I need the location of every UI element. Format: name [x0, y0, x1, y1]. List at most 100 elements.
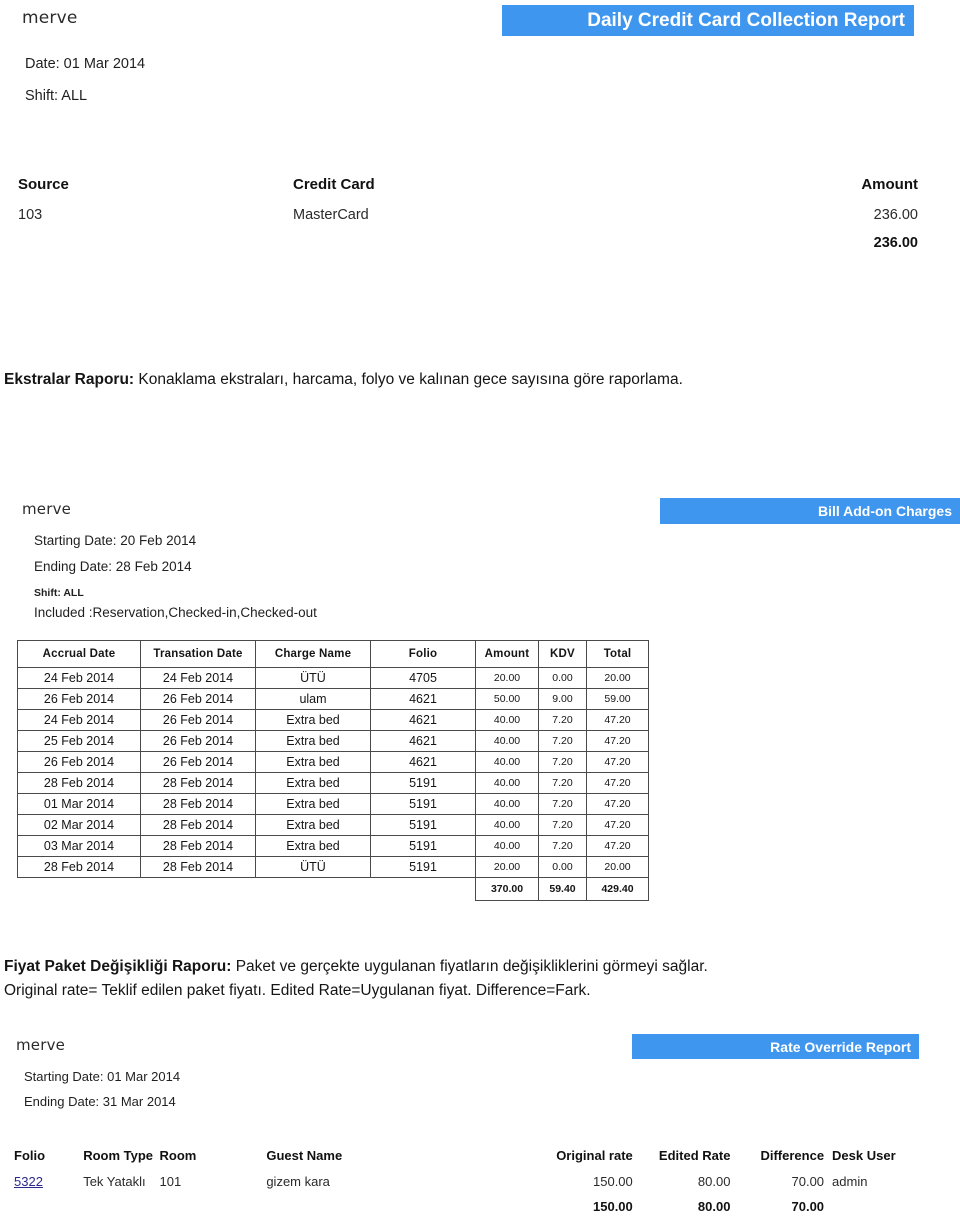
total-spacer-4 — [371, 878, 476, 901]
cell-kdv: 7.20 — [538, 793, 587, 815]
report-shift-line: Shift: ALL — [25, 88, 88, 104]
column-header-guest-name: Guest Name — [266, 1148, 343, 1163]
cell-kdv: 0.00 — [538, 667, 587, 689]
table-row: 28 Feb 2014 28 Feb 2014 Extra bed 5191 40.00… — [17, 772, 649, 794]
column-header-accrual-date: Accrual Date — [17, 640, 141, 668]
cell-accrual-date: 24 Feb 2014 — [17, 709, 141, 731]
cell-transation-date: 26 Feb 2014 — [140, 751, 256, 773]
daily-credit-card-report-section: merve Daily Credit Card Collection Repor… — [0, 0, 960, 300]
paragraph-bold-lead: Ekstralar Raporu: — [4, 371, 135, 388]
cell-amount: 236.00 — [873, 207, 918, 223]
cell-amount: 40.00 — [475, 835, 539, 857]
credit-card-table: Source Credit Card Amount 103 MasterCard… — [18, 176, 918, 263]
cell-kdv: 0.00 — [538, 856, 587, 878]
cell-folio: 5191 — [370, 814, 476, 836]
report-banner-title: Daily Credit Card Collection Report — [502, 5, 914, 36]
total-spacer-1 — [18, 235, 293, 263]
cell-original-rate: 150.00 — [593, 1174, 633, 1189]
report-date-line: Date: 01 Mar 2014 — [25, 56, 146, 72]
cell-amount: 40.00 — [475, 814, 539, 836]
cell-accrual-date: 28 Feb 2014 — [17, 772, 141, 794]
cell-kdv: 7.20 — [538, 730, 587, 752]
column-header-source: Source — [18, 176, 69, 193]
cell-kdv: 9.00 — [538, 688, 587, 710]
bill-addon-table-body: 24 Feb 2014 24 Feb 2014 ÜTÜ 4705 20.00 0.00 20… — [17, 667, 649, 901]
report-logo-merve: merve — [22, 8, 78, 28]
cell-charge-name: ÜTÜ — [255, 667, 371, 689]
table-header-row: Source Credit Card Amount — [18, 176, 918, 207]
folio-link[interactable]: 5322 — [14, 1174, 43, 1189]
cell-credit-card: MasterCard — [293, 207, 369, 223]
column-header-folio: Folio — [370, 640, 476, 668]
table-row: 03 Mar 2014 28 Feb 2014 Extra bed 5191 40.00… — [17, 835, 649, 857]
total-spacer-2 — [293, 235, 723, 263]
rate-override-table-wrap: Folio Room Type Room Guest Name Original… — [14, 1148, 944, 1224]
table-row: 01 Mar 2014 28 Feb 2014 Extra bed 5191 40.00… — [17, 793, 649, 815]
report-logo-merve: merve — [22, 500, 72, 518]
table-row: 26 Feb 2014 26 Feb 2014 ulam 4621 50.00 9.00 5… — [17, 688, 649, 710]
table-total-row: 236.00 — [18, 235, 918, 263]
report-logo-merve: merve — [16, 1036, 66, 1054]
cell-accrual-date: 26 Feb 2014 — [17, 688, 141, 710]
cell-kdv: 7.20 — [538, 772, 587, 794]
cell-desk-user: admin — [832, 1174, 868, 1189]
cell-transation-date: 26 Feb 2014 — [140, 709, 256, 731]
column-header-kdv: KDV — [538, 640, 587, 668]
cell-charge-name: ulam — [255, 688, 371, 710]
cell-amount: 40.00 — [475, 709, 539, 731]
cell-total: 59.00 — [586, 688, 649, 710]
cell-charge-name: Extra bed — [255, 730, 371, 752]
total-spacer-3 — [160, 1199, 267, 1224]
cell-edited-rate: 80.00 — [697, 1174, 731, 1189]
cell-amount: 40.00 — [475, 772, 539, 794]
column-header-edited-rate: Edited Rate — [658, 1148, 731, 1163]
cell-folio: 5191 — [370, 793, 476, 815]
report-ending-date: Ending Date: 28 Feb 2014 — [34, 559, 192, 574]
table-row: 103 MasterCard 236.00 — [18, 207, 918, 235]
cell-amount: 40.00 — [475, 793, 539, 815]
cell-total: 47.20 — [586, 730, 649, 752]
total-spacer-2 — [141, 878, 256, 901]
cell-room-type: Tek Yataklı — [83, 1174, 146, 1189]
cell-total-original-rate: 150.00 — [593, 1199, 633, 1214]
column-header-folio: Folio — [14, 1148, 46, 1163]
cell-charge-name: Extra bed — [255, 751, 371, 773]
report-starting-date: Starting Date: 20 Feb 2014 — [34, 533, 197, 548]
total-spacer-2 — [83, 1199, 159, 1224]
cell-charge-name: Extra bed — [255, 814, 371, 836]
report-ending-date: Ending Date: 31 Mar 2014 — [24, 1094, 176, 1109]
cell-total-kdv: 59.40 — [538, 877, 587, 901]
cell-total-amount: 370.00 — [475, 877, 539, 901]
cell-accrual-date: 28 Feb 2014 — [17, 856, 141, 878]
cell-total: 47.20 — [586, 814, 649, 836]
report-banner-title: Bill Add-on Charges — [660, 498, 960, 524]
cell-total-amount: 236.00 — [873, 235, 918, 251]
table-header-row: Folio Room Type Room Guest Name Original… — [14, 1148, 944, 1174]
table-row: 24 Feb 2014 26 Feb 2014 Extra bed 4621 40.00… — [17, 709, 649, 731]
cell-accrual-date: 26 Feb 2014 — [17, 751, 141, 773]
cell-charge-name: Extra bed — [255, 835, 371, 857]
paragraph-line-1: Fiyat Paket Değişikliği Raporu: Paket ve… — [4, 955, 934, 979]
cell-folio: 5191 — [370, 856, 476, 878]
cell-accrual-date: 25 Feb 2014 — [17, 730, 141, 752]
cell-kdv: 7.20 — [538, 709, 587, 731]
cell-folio: 5191 — [370, 772, 476, 794]
cell-accrual-date: 03 Mar 2014 — [17, 835, 141, 857]
cell-transation-date: 28 Feb 2014 — [140, 814, 256, 836]
table-total-row: 370.00 59.40 429.40 — [18, 877, 649, 901]
cell-accrual-date: 02 Mar 2014 — [17, 814, 141, 836]
cell-charge-name: Extra bed — [255, 709, 371, 731]
total-spacer-3 — [256, 878, 371, 901]
cell-folio: 5191 — [370, 835, 476, 857]
cell-folio: 4621 — [370, 709, 476, 731]
paragraph-line-2: Original rate= Teklif edilen paket fiyat… — [4, 982, 591, 1000]
column-header-room: Room — [159, 1148, 197, 1163]
cell-transation-date: 28 Feb 2014 — [140, 856, 256, 878]
cell-folio: 4705 — [370, 667, 476, 689]
cell-source: 103 — [18, 207, 43, 223]
cell-charge-name: Extra bed — [255, 793, 371, 815]
column-header-original-rate: Original rate — [556, 1148, 633, 1163]
cell-total-edited-rate: 80.00 — [697, 1199, 731, 1214]
cell-charge-name: Extra bed — [255, 772, 371, 794]
bill-addon-table-wrap: Accrual Date Transation Date Charge Name… — [17, 640, 649, 901]
